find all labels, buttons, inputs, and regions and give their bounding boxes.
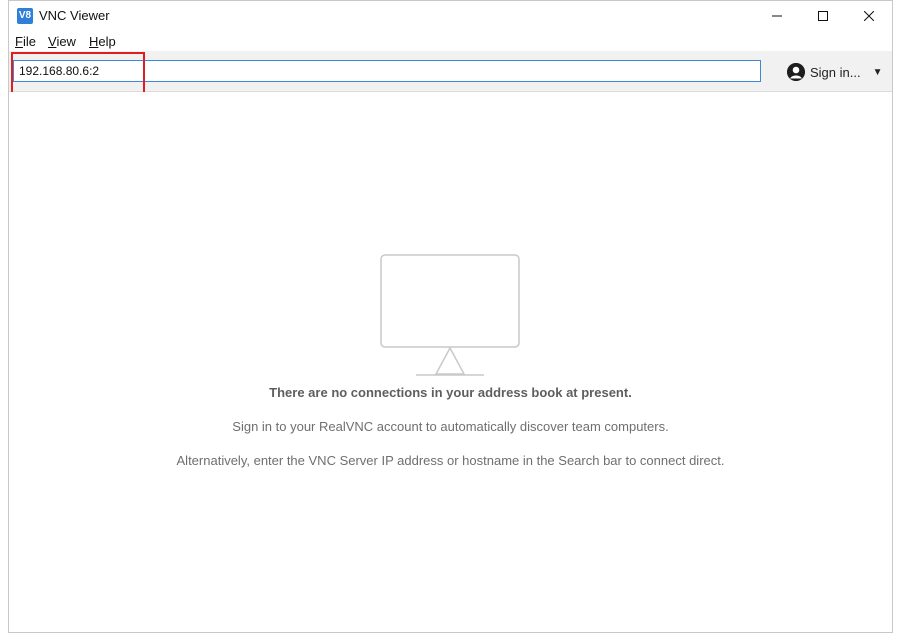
toolbar: Sign in... ▼ <box>9 51 892 96</box>
chevron-down-icon[interactable]: ▼ <box>873 67 883 78</box>
empty-state-line2: Alternatively, enter the VNC Server IP a… <box>176 453 725 468</box>
background-window-edge <box>0 0 8 640</box>
empty-state-line1: Sign in to your RealVNC account to autom… <box>232 419 669 434</box>
user-avatar-icon <box>787 63 805 81</box>
empty-state-title: There are no connections in your address… <box>269 385 632 400</box>
minimize-button[interactable] <box>754 1 800 31</box>
menu-bar: File View Help <box>9 31 892 51</box>
minimize-icon <box>772 15 782 17</box>
vnc-viewer-window: V8 VNC Viewer File View Help Si <box>8 0 893 633</box>
close-icon <box>864 11 874 21</box>
window-title: VNC Viewer <box>39 8 110 23</box>
monitor-icon <box>380 254 520 376</box>
sign-in-button[interactable]: Sign in... ▼ <box>787 61 883 83</box>
app-icon: V8 <box>17 8 33 24</box>
search-input[interactable] <box>13 60 761 82</box>
menu-help[interactable]: Help <box>89 34 116 49</box>
menu-file[interactable]: File <box>15 34 36 49</box>
sign-in-label: Sign in... <box>810 64 861 80</box>
title-bar[interactable]: V8 VNC Viewer <box>9 1 892 31</box>
menu-view[interactable]: View <box>48 34 76 49</box>
address-book-area: There are no connections in your address… <box>9 92 892 632</box>
maximize-icon <box>818 11 828 21</box>
close-button[interactable] <box>846 1 892 31</box>
maximize-button[interactable] <box>800 1 846 31</box>
